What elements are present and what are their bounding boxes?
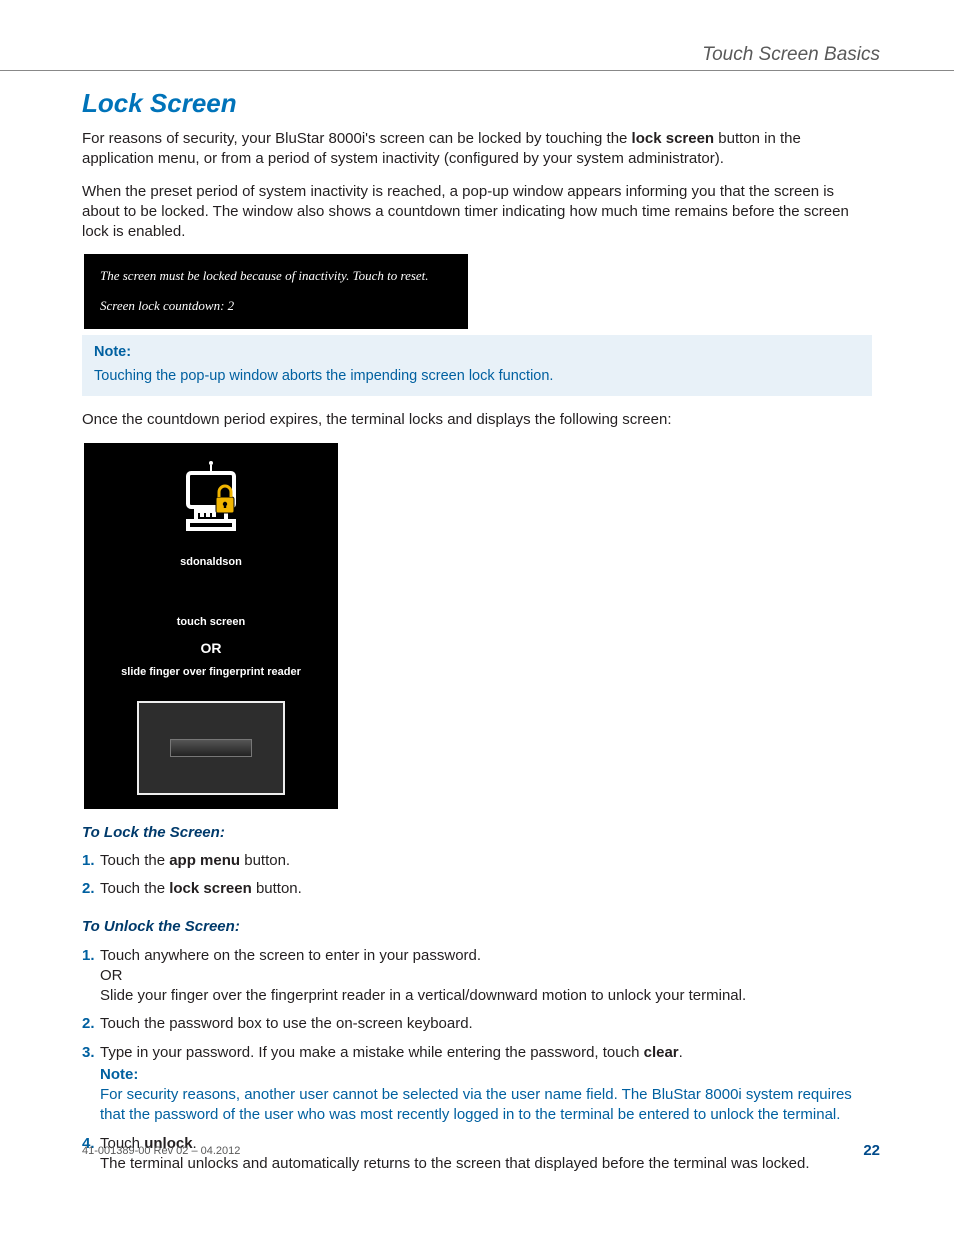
page-title: Lock Screen	[82, 86, 872, 121]
note-box: Note: Touching the pop-up window aborts …	[82, 335, 872, 396]
header-section: Touch Screen Basics	[702, 42, 880, 68]
step-number: 1.	[82, 946, 95, 966]
page-content: Lock Screen For reasons of security, you…	[82, 86, 872, 1192]
lock-icon	[84, 459, 338, 531]
popup-line2: Screen lock countdown: 2	[100, 296, 452, 316]
intro-p1: For reasons of security, your BluStar 80…	[82, 129, 872, 170]
inline-note-body: For security reasons, another user canno…	[100, 1085, 872, 1126]
lock-step-1: 1. Touch the app menu button.	[82, 851, 872, 871]
step-text: button.	[240, 852, 290, 869]
step-bold: clear	[644, 1044, 679, 1061]
step-bold: app menu	[169, 852, 240, 869]
step-text: button.	[252, 880, 302, 897]
step-number: 2.	[82, 1014, 95, 1034]
step-number: 1.	[82, 851, 95, 871]
lock-or-text: OR	[84, 639, 338, 658]
note-label: Note:	[94, 343, 860, 363]
to-lock-heading: To Lock the Screen:	[82, 823, 872, 843]
to-unlock-heading: To Unlock the Screen:	[82, 917, 872, 937]
intro-p1-bold: lock screen	[632, 130, 715, 147]
lock-username: sdonaldson	[84, 555, 338, 570]
unlock-step-2: 2. Touch the password box to use the on-s…	[82, 1014, 872, 1034]
fingerprint-reader-image	[137, 701, 285, 795]
lock-slide-text: slide finger over fingerprint reader	[84, 665, 338, 679]
note-body: Touching the pop-up window aborts the im…	[94, 367, 860, 387]
step-text: Touch the password box to use the on-scr…	[100, 1015, 473, 1032]
lock-screen-screenshot: sdonaldson touch screen OR slide finger …	[84, 443, 338, 809]
countdown-popup: The screen must be locked because of ina…	[84, 254, 468, 329]
footer-page-number: 22	[863, 1141, 880, 1161]
lock-step-2: 2. Touch the lock screen button.	[82, 879, 872, 899]
fingerprint-slot	[170, 739, 252, 757]
unlock-step-3: 3. Type in your password. If you make a …	[82, 1043, 872, 1126]
step-bold: lock screen	[169, 880, 252, 897]
footer-doc-id: 41-001389-00 Rev 02 – 04.2012	[82, 1144, 240, 1159]
step-text: Type in your password. If you make a mis…	[100, 1044, 644, 1061]
lock-steps: 1. Touch the app menu button. 2. Touch the…	[82, 851, 872, 900]
unlock-step-1: 1. Touch anywhere on the screen to enter…	[82, 946, 872, 1007]
step-text: Slide your finger over the fingerprint r…	[100, 986, 872, 1006]
unlock-steps: 1. Touch anywhere on the screen to enter…	[82, 946, 872, 1175]
popup-line1: The screen must be locked because of ina…	[100, 266, 452, 286]
step-number: 3.	[82, 1043, 95, 1063]
inline-note-label: Note:	[100, 1065, 872, 1085]
step-number: 2.	[82, 879, 95, 899]
step-text: Touch anywhere on the screen to enter in…	[100, 946, 872, 966]
intro-p1-a: For reasons of security, your BluStar 80…	[82, 130, 632, 147]
step-or: OR	[100, 966, 872, 986]
lock-touch-text: touch screen	[84, 615, 338, 630]
step-text: Touch the	[100, 852, 169, 869]
step-text: Touch the	[100, 880, 169, 897]
header-rule	[0, 70, 954, 71]
step-text: .	[679, 1044, 683, 1061]
intro-p2: When the preset period of system inactiv…	[82, 182, 872, 243]
post-note-text: Once the countdown period expires, the t…	[82, 410, 872, 430]
